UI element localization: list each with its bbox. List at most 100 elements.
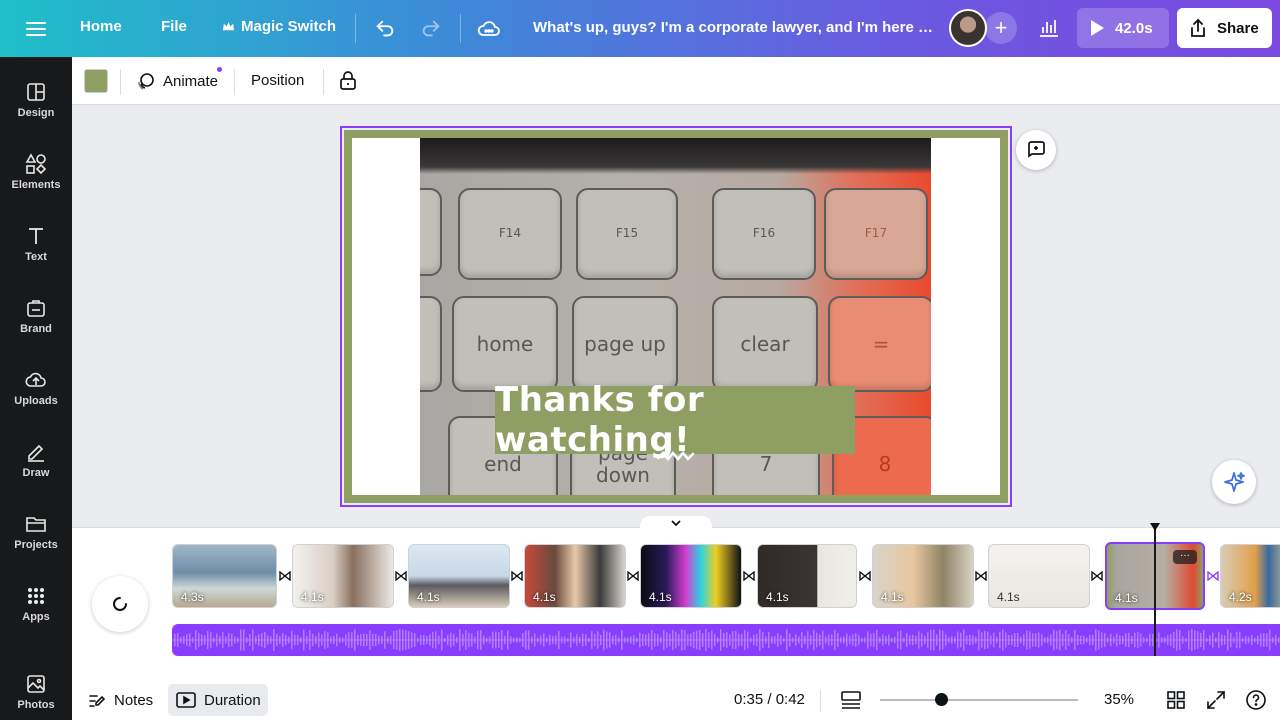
redo-icon[interactable]: [416, 14, 446, 44]
sidebar-item-design[interactable]: Design: [0, 73, 72, 133]
waveform-bar: [174, 633, 176, 647]
waveform-bar: [765, 636, 767, 644]
playhead[interactable]: [1154, 528, 1156, 656]
waveform-bar: [801, 632, 803, 648]
waveform-bar: [291, 631, 293, 649]
insights-button[interactable]: [1031, 10, 1067, 46]
transition-icon[interactable]: [626, 569, 640, 583]
waveform-bar: [909, 635, 911, 645]
loading-spinner: [92, 576, 148, 632]
timeline-clip[interactable]: 4.2s: [1220, 544, 1280, 608]
add-comment-button[interactable]: [1016, 130, 1056, 170]
fullscreen-icon[interactable]: [1204, 688, 1228, 712]
transition-icon[interactable]: [742, 569, 756, 583]
timeline-clip[interactable]: 4.1s: [292, 544, 394, 608]
sidebar-item-uploads[interactable]: Uploads: [0, 361, 72, 421]
waveform-bar: [267, 635, 269, 645]
waveform-bar: [573, 637, 575, 643]
sidebar-item-projects[interactable]: Projects: [0, 505, 72, 565]
lock-icon[interactable]: [336, 69, 360, 93]
timeline-clip[interactable]: 4.1s: [988, 544, 1090, 608]
animate-button[interactable]: Animate: [136, 69, 218, 93]
present-button[interactable]: 42.0s: [1077, 8, 1169, 48]
waveform-bar: [906, 633, 908, 647]
transition-icon[interactable]: [974, 569, 988, 583]
waveform-bar: [834, 629, 836, 651]
magic-switch-button[interactable]: Magic Switch: [222, 18, 336, 35]
waveform-bar: [399, 629, 401, 651]
design-title[interactable]: What's up, guys? I'm a corporate lawyer,…: [533, 19, 933, 36]
playhead-handle[interactable]: [1149, 522, 1161, 532]
waveform-bar: [606, 631, 608, 649]
waveform-bar: [777, 633, 779, 647]
waveform-bar: [546, 637, 548, 643]
waveform-bar: [705, 629, 707, 651]
add-collaborator-button[interactable]: +: [985, 12, 1017, 44]
waveform-bar: [615, 634, 617, 646]
notes-button[interactable]: Notes: [88, 686, 153, 714]
sidebar-item-photos[interactable]: Photos: [0, 665, 72, 720]
position-button[interactable]: Position: [251, 72, 304, 89]
sidebar-item-draw[interactable]: Draw: [0, 433, 72, 493]
waveform-bar: [717, 637, 719, 643]
timeline-clip[interactable]: 4.3s: [172, 544, 277, 608]
timeline-clip[interactable]: 4.1s: [408, 544, 510, 608]
home-link[interactable]: Home: [80, 18, 122, 35]
waveform-bar: [825, 636, 827, 644]
help-icon[interactable]: [1244, 688, 1268, 712]
waveform-bar: [576, 634, 578, 646]
avatar[interactable]: [949, 9, 987, 47]
clip-duration: 4.1s: [881, 590, 904, 604]
audio-track[interactable]: [172, 624, 1280, 656]
zoom-slider-handle[interactable]: [935, 693, 948, 706]
sidebar-item-brand[interactable]: Brand: [0, 289, 72, 349]
waveform-bar: [1194, 630, 1196, 650]
waveform-bar: [789, 633, 791, 647]
sidebar-item-text[interactable]: Text: [0, 217, 72, 277]
grid-view-icon[interactable]: [1164, 688, 1188, 712]
comment-icon: [1028, 141, 1045, 158]
timeline-clip[interactable]: 4.1s: [640, 544, 742, 608]
transition-icon[interactable]: [278, 569, 292, 583]
waveform-bar: [324, 631, 326, 649]
magic-assistant-button[interactable]: [1212, 460, 1256, 504]
file-menu[interactable]: File: [161, 18, 187, 35]
menu-icon[interactable]: [24, 18, 48, 38]
waveform-bar: [849, 635, 851, 645]
sidebar-item-apps[interactable]: Apps: [0, 577, 72, 637]
timeline-clip[interactable]: 4.1s: [757, 544, 857, 608]
waveform-bar: [318, 632, 320, 648]
transition-icon[interactable]: [510, 569, 524, 583]
zoom-level[interactable]: 35%: [1104, 691, 1134, 708]
waveform-bar: [1062, 633, 1064, 647]
waveform-bar: [306, 635, 308, 645]
waveform-bar: [579, 637, 581, 643]
waveform-bar: [1020, 636, 1022, 644]
cloud-sync-icon[interactable]: [474, 14, 504, 44]
waveform-bar: [921, 633, 923, 647]
waveform-bar: [444, 637, 446, 643]
transition-icon[interactable]: [858, 569, 872, 583]
transition-icon[interactable]: [394, 569, 408, 583]
undo-icon[interactable]: [370, 14, 400, 44]
timeline-clip[interactable]: 4.1s: [524, 544, 626, 608]
waveform-bar: [1218, 632, 1220, 648]
transition-icon[interactable]: [1206, 569, 1220, 583]
share-button[interactable]: Share: [1177, 8, 1272, 48]
caption-text[interactable]: Thanks for watching!: [495, 380, 855, 460]
zoom-slider[interactable]: [880, 699, 1078, 701]
waveform-bar: [693, 631, 695, 649]
timeline-clip[interactable]: 4.1s: [872, 544, 974, 608]
sidebar: Design Elements Text Brand Uploads Draw …: [0, 57, 72, 720]
waveform-bar: [477, 630, 479, 650]
caption-box[interactable]: Thanks for watching!: [495, 380, 855, 460]
duration-button[interactable]: Duration: [168, 684, 268, 716]
more-options-icon[interactable]: ···: [1173, 550, 1197, 564]
sidebar-item-elements[interactable]: Elements: [0, 145, 72, 205]
transition-icon[interactable]: [1090, 569, 1104, 583]
collapse-timeline-button[interactable]: [640, 516, 712, 530]
design-canvas[interactable]: F14 F15 F16 F17 home page up clear = end…: [344, 130, 1008, 503]
clip-duration: 4.3s: [181, 590, 204, 604]
color-swatch[interactable]: [84, 69, 108, 93]
page-view-icon[interactable]: [840, 689, 862, 711]
